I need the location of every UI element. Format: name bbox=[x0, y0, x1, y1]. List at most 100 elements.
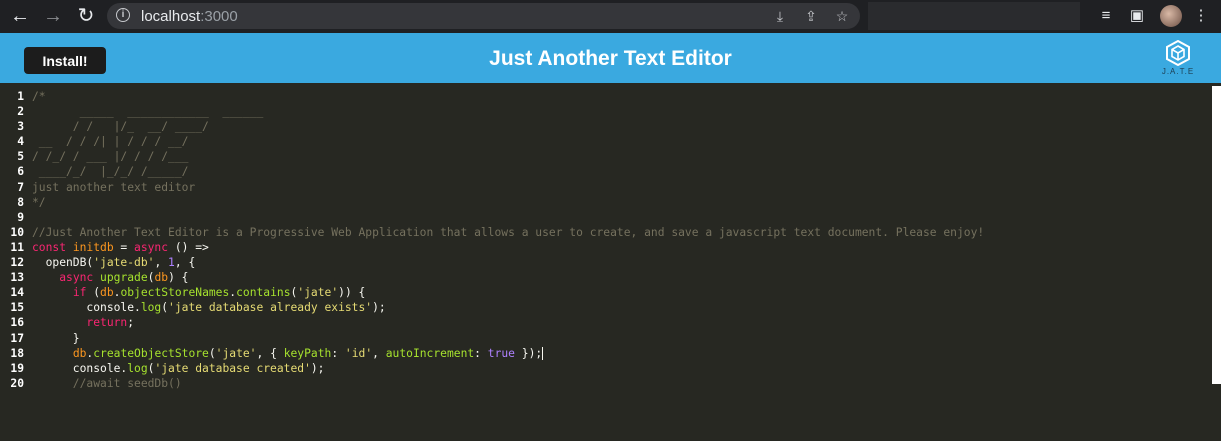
url-host: localhost bbox=[141, 8, 201, 25]
code-token: ); bbox=[310, 361, 325, 375]
install-app-icon[interactable]: ⤓ bbox=[770, 6, 790, 26]
line-number: 15 bbox=[10, 301, 24, 315]
editor-scrollbar[interactable] bbox=[1212, 86, 1221, 384]
line-number: 12 bbox=[10, 256, 24, 270]
code-line[interactable]: 19 console.log('jate database created'); bbox=[0, 361, 1212, 376]
line-number: 4 bbox=[17, 135, 24, 149]
profile-avatar[interactable] bbox=[1160, 5, 1182, 27]
url-text[interactable]: localhost:3000 bbox=[141, 8, 238, 25]
code-token: : bbox=[474, 346, 488, 360]
code-token: //Just Another Text Editor is a Progress… bbox=[32, 225, 985, 239]
line-number: 5 bbox=[17, 150, 24, 164]
code-token: : bbox=[331, 346, 345, 360]
code-token: / /_/ / ___ |/ / / /___ bbox=[32, 150, 189, 164]
code-line[interactable]: 7 just another text editor bbox=[0, 180, 1212, 195]
app-header: Install! Just Another Text Editor J.A.T.… bbox=[0, 33, 1221, 83]
code-text[interactable]: _____ ____________ ______ bbox=[32, 104, 264, 119]
code-token: 'id' bbox=[344, 346, 373, 360]
code-text[interactable]: ____/_/ |_/_/ /_____/ bbox=[32, 164, 189, 179]
code-text[interactable]: / / |/_ __/ ____/ bbox=[32, 119, 209, 134]
line-number: 11 bbox=[10, 240, 24, 254]
code-text[interactable]: } bbox=[32, 331, 80, 346]
code-token: log bbox=[140, 301, 162, 315]
code-token: ; bbox=[127, 316, 135, 330]
line-number: 17 bbox=[10, 331, 24, 345]
code-token: */ bbox=[32, 195, 46, 209]
code-text[interactable]: / /_/ / ___ |/ / / /___ bbox=[32, 149, 188, 164]
code-text[interactable]: openDB('jate-db', 1, { bbox=[32, 255, 196, 270]
code-token: console. bbox=[32, 301, 141, 315]
line-number: 2 bbox=[17, 105, 24, 119]
url-port: :3000 bbox=[200, 8, 238, 25]
back-icon[interactable]: ← bbox=[8, 4, 32, 28]
code-line[interactable]: 20 //await seedDb() bbox=[0, 376, 1212, 391]
extensions-area bbox=[868, 2, 1080, 30]
code-line[interactable]: 9 bbox=[0, 210, 1212, 225]
code-token: , { bbox=[174, 256, 196, 270]
editor-lines[interactable]: 1/* 2 _____ ____________ ______ 3 / / |/_ … bbox=[0, 89, 1212, 391]
line-number: 13 bbox=[10, 271, 24, 285]
code-text[interactable]: db.createObjectStore('jate', { keyPath: … bbox=[32, 346, 544, 361]
code-line[interactable]: 13 async upgrade(db) { bbox=[0, 270, 1212, 285]
code-token: console. bbox=[32, 361, 128, 375]
code-text[interactable]: console.log('jate database created'); bbox=[32, 361, 325, 376]
code-text[interactable]: //Just Another Text Editor is a Progress… bbox=[32, 225, 984, 240]
jate-logo: J.A.T.E bbox=[1158, 40, 1198, 82]
code-token: 'jate database already exists' bbox=[168, 301, 373, 315]
code-token: db bbox=[154, 271, 169, 285]
media-control-icon[interactable]: ≡ bbox=[1095, 5, 1117, 27]
code-text[interactable]: just another text editor bbox=[32, 180, 195, 195]
code-text[interactable]: /* bbox=[32, 89, 46, 104]
code-line[interactable]: 5 / /_/ / ___ |/ / / /___ bbox=[0, 149, 1212, 164]
code-token: const bbox=[32, 240, 73, 254]
code-text[interactable]: const initdb = async () => bbox=[32, 240, 209, 255]
side-panel-icon[interactable]: ▣ bbox=[1126, 5, 1148, 27]
code-line[interactable]: 3 / / |/_ __/ ____/ bbox=[0, 119, 1212, 134]
code-token: () => bbox=[168, 240, 209, 254]
reload-icon[interactable]: ↻ bbox=[74, 4, 98, 28]
code-line[interactable]: 12 openDB('jate-db', 1, { bbox=[0, 255, 1212, 270]
forward-icon[interactable]: → bbox=[41, 4, 65, 28]
code-text[interactable]: return; bbox=[32, 315, 134, 330]
share-icon[interactable]: ⇪ bbox=[801, 6, 821, 26]
line-number: 14 bbox=[10, 286, 24, 300]
code-editor[interactable]: 1/* 2 _____ ____________ ______ 3 / / |/_ … bbox=[0, 86, 1221, 441]
line-number: 16 bbox=[10, 316, 24, 330]
code-line[interactable]: 2 _____ ____________ ______ bbox=[0, 104, 1212, 119]
code-token: initdb bbox=[72, 240, 114, 254]
code-text[interactable]: //await seedDb() bbox=[32, 376, 182, 391]
code-token: , bbox=[154, 256, 169, 270]
code-token: , { bbox=[256, 346, 284, 360]
code-line[interactable]: 14 if (db.objectStoreNames.contains('jat… bbox=[0, 285, 1212, 300]
code-line[interactable]: 10 //Just Another Text Editor is a Progre… bbox=[0, 225, 1212, 240]
code-token: createObjectStore bbox=[93, 346, 209, 360]
code-token: / / |/_ __/ ____/ bbox=[32, 120, 209, 134]
code-text[interactable]: async upgrade(db) { bbox=[32, 270, 188, 285]
code-text[interactable]: console.log('jate database already exist… bbox=[32, 300, 385, 315]
site-info-icon[interactable]: i bbox=[116, 8, 130, 22]
code-line[interactable]: 16 return; bbox=[0, 315, 1212, 330]
code-line[interactable]: 4 __ / / /| | / / / __/ bbox=[0, 134, 1212, 149]
code-line[interactable]: 15 console.log('jate database already ex… bbox=[0, 300, 1212, 315]
code-line[interactable]: 6 ____/_/ |_/_/ /_____/ bbox=[0, 164, 1212, 179]
line-number: 6 bbox=[17, 165, 24, 179]
bookmark-star-icon[interactable]: ☆ bbox=[832, 6, 852, 26]
code-line[interactable]: 17 } bbox=[0, 331, 1212, 346]
code-line[interactable]: 11 const initdb = async () => bbox=[0, 240, 1212, 255]
code-text[interactable]: if (db.objectStoreNames.contains('jate')… bbox=[32, 285, 366, 300]
address-bar[interactable]: i localhost:3000 ⤓ ⇪ ☆ bbox=[107, 3, 860, 29]
code-token: autoIncrement bbox=[385, 346, 475, 360]
menu-kebab-icon[interactable]: ⋮ bbox=[1190, 5, 1212, 27]
code-token: db bbox=[100, 286, 114, 300]
code-text[interactable]: */ bbox=[32, 195, 46, 210]
code-token: ( bbox=[208, 346, 216, 360]
code-token: async bbox=[59, 271, 94, 285]
code-line[interactable]: 18 db.createObjectStore('jate', { keyPat… bbox=[0, 346, 1212, 361]
code-token: keyPath bbox=[283, 346, 332, 360]
code-line[interactable]: 8 */ bbox=[0, 195, 1212, 210]
code-line[interactable]: 1 /* bbox=[0, 89, 1212, 104]
code-token: //await seedDb() bbox=[32, 376, 182, 390]
code-token: contains bbox=[236, 286, 291, 300]
code-text[interactable]: __ / / /| | / / / __/ bbox=[32, 134, 189, 149]
